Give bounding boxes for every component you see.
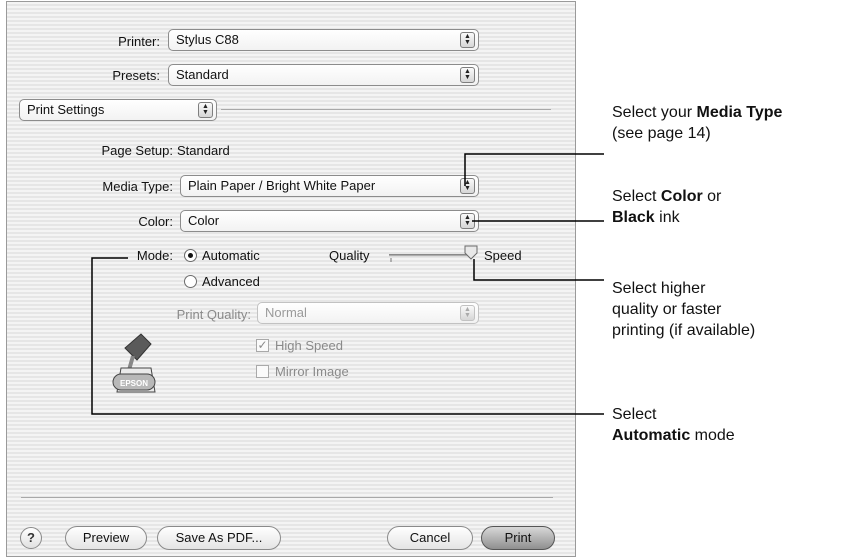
callout-color: Select Color or Black ink: [612, 188, 722, 226]
callout-mode: Select Automatic mode: [612, 406, 735, 444]
callout-media-type: Select your Media Type (see page 14): [612, 104, 783, 142]
callout-quality: Select higher quality or faster printing…: [612, 280, 756, 339]
